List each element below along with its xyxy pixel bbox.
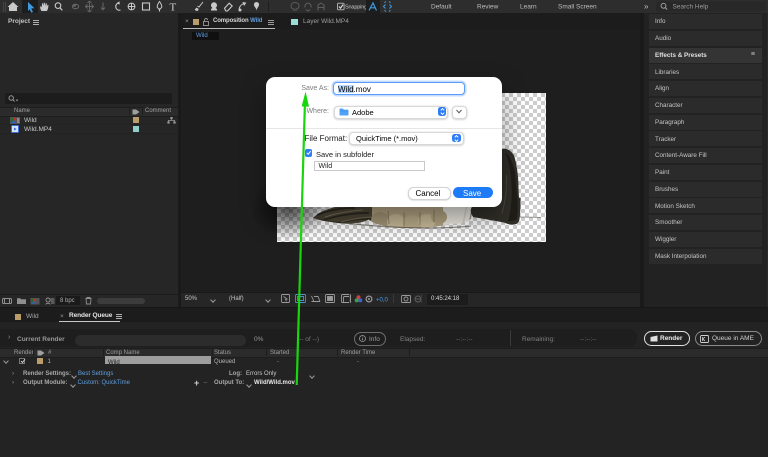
svg-text:T: T [170,1,177,13]
svg-text:Snapping: Snapping [345,5,367,11]
svg-text:»: » [644,2,649,11]
svg-text:Small Screen: Small Screen [558,4,597,11]
svg-text:Search Help: Search Help [673,4,709,11]
svg-text:Learn: Learn [520,4,537,11]
svg-text:Review: Review [477,4,499,11]
svg-text:Default: Default [431,4,452,11]
svg-text:+0,0: +0,0 [376,298,389,304]
